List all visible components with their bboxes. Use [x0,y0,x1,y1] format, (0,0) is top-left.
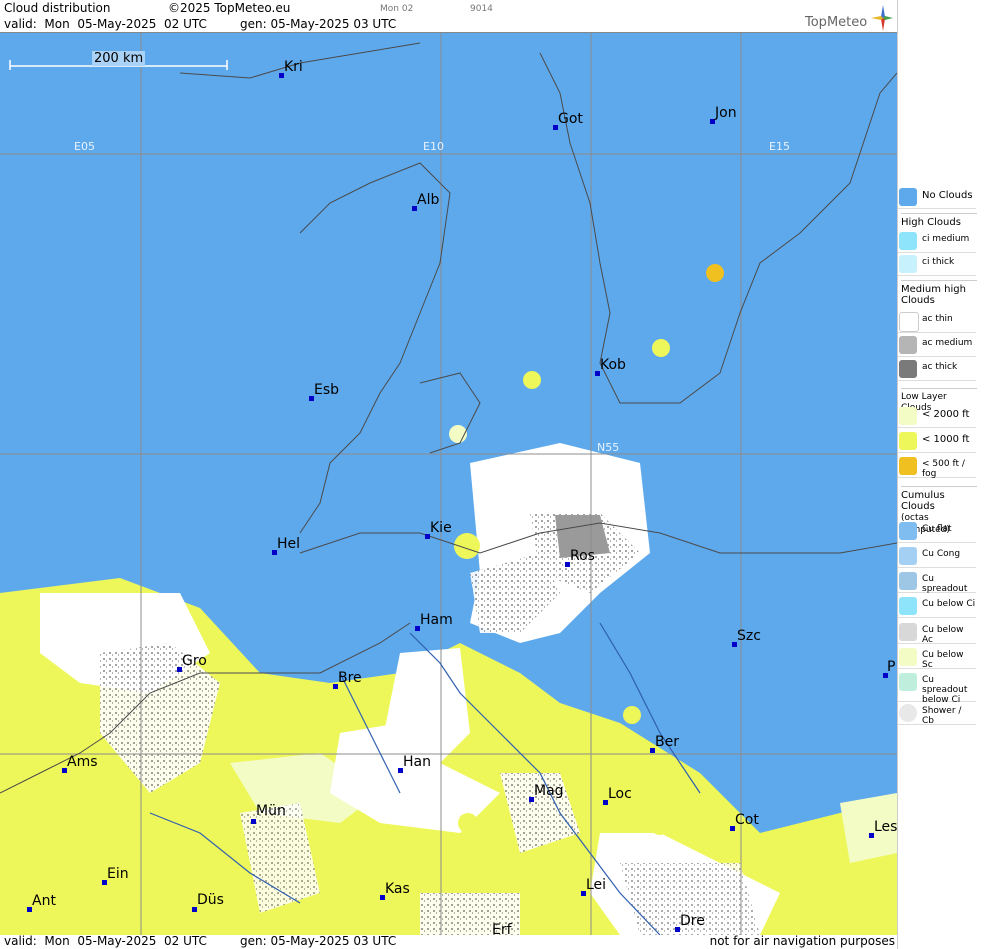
city-label[interactable]: Cot [735,812,759,828]
city-label[interactable]: Ams [67,754,98,770]
legend-swatch [899,623,917,641]
city-label[interactable]: Alb [417,192,439,208]
footer-valid-time: valid: Mon 05-May-2025 02 UTC [4,934,207,948]
legend-swatch [899,522,917,540]
compass-star-icon [871,5,893,31]
legend-swatch [899,673,917,691]
copyright-text: ©2025 TopMeteo.eu [168,1,291,15]
city-label[interactable]: Kob [600,357,626,373]
legend-item-cu-spreadout-below-ci: Cu spreadout below Ci [898,671,976,705]
city-label[interactable]: Esb [314,382,339,398]
footer-bar: valid: Mon 05-May-2025 02 UTC gen: 05-Ma… [0,935,897,949]
meridian-label-e10: E10 [423,140,444,153]
scale-label: 200 km [92,51,146,66]
legend-item-no-clouds: No Clouds [898,186,976,209]
legend-swatch [899,457,917,475]
legend-swatch [899,648,917,666]
legend-swatch [899,432,917,450]
city-label[interactable]: Ein [107,866,129,882]
city-label[interactable]: Dre [680,913,705,929]
legend-item-fog: < 500 ft / fog [898,455,976,479]
legend-swatch [899,547,917,565]
legend-item-cu-below-sc: Cu below Sc [898,646,976,670]
city-marker [251,819,256,824]
legend-item-shower-cb: Shower / Cb [898,702,976,726]
city-label[interactable]: Gro [182,653,207,669]
legend-swatch [899,255,917,273]
legend-item-low-1000: < 1000 ft [898,430,976,453]
legend-heading-medium: Medium high Clouds [901,280,977,312]
city-label[interactable]: P [887,659,895,675]
legend-item-cu-below-ac: Cu below Ac [898,621,976,645]
city-label[interactable]: Han [403,754,431,770]
legend-swatch [899,597,917,615]
city-label[interactable]: Szc [737,628,761,644]
legend-swatch [899,312,919,332]
city-label[interactable]: Ber [655,734,679,750]
legend-item-cu-below-ci: Cu below Ci [898,595,976,618]
city-label[interactable]: Got [558,111,583,127]
parallel-label-n55: N55 [597,441,620,454]
generated-time: gen: 05-May-2025 03 UTC [240,17,397,31]
header-bar: Cloud distribution ©2025 TopMeteo.eu Mon… [0,0,897,33]
legend-swatch [899,704,917,722]
topmeteo-logo: TopMeteo [805,5,895,31]
city-label[interactable]: Mag [534,783,564,799]
city-label[interactable]: Kie [430,520,452,536]
cloud-map[interactable]: 200 km E05 E10 E15 N55 Kri Got Jon Alb K… [0,33,897,935]
legend-swatch [899,572,917,590]
legend-item-ac-thick: ac thick [898,358,976,381]
mini-code: 9014 [470,4,493,14]
city-label[interactable]: Erf [492,922,512,935]
map-title: Cloud distribution [4,1,111,15]
city-label[interactable]: Ham [420,612,453,628]
city-label[interactable]: Kri [284,59,303,75]
legend-panel: No Clouds High Clouds ci medium ci thick… [897,0,989,949]
city-label[interactable]: Les [874,819,897,835]
mini-time: Mon 02 [380,4,414,14]
legend-item-cu-cong: Cu Cong [898,545,976,568]
city-label[interactable]: Ant [32,893,56,909]
city-label[interactable]: Ros [570,548,595,564]
meridian-label-e15: E15 [769,140,790,153]
legend-item-low-2000: < 2000 ft [898,405,976,428]
city-label[interactable]: Düs [197,892,224,908]
city-label[interactable]: Loc [608,786,632,802]
valid-time: valid: Mon 05-May-2025 02 UTC [4,17,207,31]
legend-item-cu-spreadout: Cu spreadout [898,570,976,594]
city-label[interactable]: Kas [385,881,410,897]
legend-item-ci-thick: ci thick [898,253,976,276]
city-label[interactable]: Hel [277,536,300,552]
legend-swatch [899,232,917,250]
legend-item-ac-medium: ac medium [898,334,976,357]
legend-swatch [899,188,917,206]
map-layers [0,33,897,935]
meridian-label-e05: E05 [74,140,95,153]
legend-item-ci-medium: ci medium [898,230,976,253]
legend-swatch [899,336,917,354]
legend-swatch [899,407,917,425]
disclaimer: not for air navigation purposes [709,934,895,948]
footer-generated-time: gen: 05-May-2025 03 UTC [240,934,397,948]
legend-heading-low: Low Layer Clouds [901,388,977,413]
legend-heading-cumulus: Cumulus Clouds (octas computed) [901,486,977,535]
legend-item-ac-thin: ac thin [898,310,976,333]
legend-item-cu-flat: Cu flat [898,520,976,543]
city-label[interactable]: Mün [256,803,286,819]
city-label[interactable]: Jon [715,105,737,121]
legend-swatch [899,360,917,378]
city-label[interactable]: Lei [586,877,606,893]
city-label[interactable]: Bre [338,670,362,686]
brand-text: TopMeteo [805,15,868,30]
